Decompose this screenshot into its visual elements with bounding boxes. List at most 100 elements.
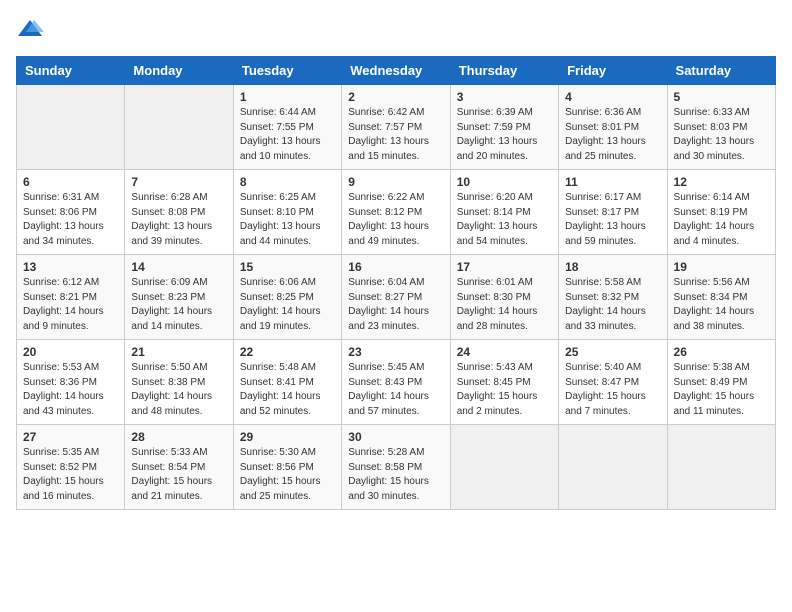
calendar-cell: 15 Sunrise: 6:06 AM Sunset: 8:25 PM Dayli…	[233, 255, 341, 340]
calendar-cell: 5 Sunrise: 6:33 AM Sunset: 8:03 PM Daylig…	[667, 85, 775, 170]
day-number: 25	[565, 345, 660, 359]
day-number: 5	[674, 90, 769, 104]
col-header-saturday: Saturday	[667, 57, 775, 85]
day-number: 14	[131, 260, 226, 274]
day-info: Sunrise: 5:38 AM Sunset: 8:49 PM Dayligh…	[674, 361, 769, 419]
calendar-cell: 20 Sunrise: 5:53 AM Sunset: 8:36 PM Dayli…	[17, 340, 125, 425]
day-info: Sunrise: 6:06 AM Sunset: 8:25 PM Dayligh…	[240, 276, 335, 334]
calendar-cell: 13 Sunrise: 6:12 AM Sunset: 8:21 PM Dayli…	[17, 255, 125, 340]
day-info: Sunrise: 6:09 AM Sunset: 8:23 PM Dayligh…	[131, 276, 226, 334]
day-info: Sunrise: 5:28 AM Sunset: 8:58 PM Dayligh…	[348, 446, 443, 504]
day-info: Sunrise: 5:48 AM Sunset: 8:41 PM Dayligh…	[240, 361, 335, 419]
col-header-monday: Monday	[125, 57, 233, 85]
day-info: Sunrise: 5:45 AM Sunset: 8:43 PM Dayligh…	[348, 361, 443, 419]
day-number: 2	[348, 90, 443, 104]
day-info: Sunrise: 6:36 AM Sunset: 8:01 PM Dayligh…	[565, 106, 660, 164]
calendar-cell	[667, 425, 775, 510]
day-number: 7	[131, 175, 226, 189]
day-number: 13	[23, 260, 118, 274]
day-number: 11	[565, 175, 660, 189]
day-info: Sunrise: 6:33 AM Sunset: 8:03 PM Dayligh…	[674, 106, 769, 164]
calendar-cell: 18 Sunrise: 5:58 AM Sunset: 8:32 PM Dayli…	[559, 255, 667, 340]
calendar-week-4: 20 Sunrise: 5:53 AM Sunset: 8:36 PM Dayli…	[17, 340, 776, 425]
day-info: Sunrise: 6:28 AM Sunset: 8:08 PM Dayligh…	[131, 191, 226, 249]
day-info: Sunrise: 6:42 AM Sunset: 7:57 PM Dayligh…	[348, 106, 443, 164]
day-number: 22	[240, 345, 335, 359]
calendar-cell: 21 Sunrise: 5:50 AM Sunset: 8:38 PM Dayli…	[125, 340, 233, 425]
col-header-thursday: Thursday	[450, 57, 558, 85]
day-info: Sunrise: 5:50 AM Sunset: 8:38 PM Dayligh…	[131, 361, 226, 419]
col-header-sunday: Sunday	[17, 57, 125, 85]
calendar-cell: 10Sunrise: 6:20 AM Sunset: 8:14 PM Dayli…	[450, 170, 558, 255]
day-info: Sunrise: 6:39 AM Sunset: 7:59 PM Dayligh…	[457, 106, 552, 164]
col-header-friday: Friday	[559, 57, 667, 85]
day-info: Sunrise: 5:30 AM Sunset: 8:56 PM Dayligh…	[240, 446, 335, 504]
day-number: 1	[240, 90, 335, 104]
calendar-cell	[17, 85, 125, 170]
col-header-tuesday: Tuesday	[233, 57, 341, 85]
calendar-cell: 28 Sunrise: 5:33 AM Sunset: 8:54 PM Dayli…	[125, 425, 233, 510]
logo-icon	[16, 16, 44, 44]
day-number: 30	[348, 430, 443, 444]
day-number: 23	[348, 345, 443, 359]
day-number: 29	[240, 430, 335, 444]
day-info: Sunrise: 5:56 AM Sunset: 8:34 PM Dayligh…	[674, 276, 769, 334]
calendar-cell: 17 Sunrise: 6:01 AM Sunset: 8:30 PM Dayli…	[450, 255, 558, 340]
calendar-cell: 14 Sunrise: 6:09 AM Sunset: 8:23 PM Dayli…	[125, 255, 233, 340]
calendar-cell: 6Sunrise: 6:31 AM Sunset: 8:06 PM Daylig…	[17, 170, 125, 255]
logo	[16, 16, 48, 44]
day-number: 17	[457, 260, 552, 274]
day-info: Sunrise: 5:35 AM Sunset: 8:52 PM Dayligh…	[23, 446, 118, 504]
day-number: 12	[674, 175, 769, 189]
calendar-cell: 26 Sunrise: 5:38 AM Sunset: 8:49 PM Dayli…	[667, 340, 775, 425]
calendar-cell: 27 Sunrise: 5:35 AM Sunset: 8:52 PM Dayli…	[17, 425, 125, 510]
calendar-cell: 3 Sunrise: 6:39 AM Sunset: 7:59 PM Daylig…	[450, 85, 558, 170]
calendar-cell: 30 Sunrise: 5:28 AM Sunset: 8:58 PM Dayli…	[342, 425, 450, 510]
calendar-cell: 2 Sunrise: 6:42 AM Sunset: 7:57 PM Daylig…	[342, 85, 450, 170]
day-info: Sunrise: 6:14 AM Sunset: 8:19 PM Dayligh…	[674, 191, 769, 249]
calendar-cell: 23 Sunrise: 5:45 AM Sunset: 8:43 PM Dayli…	[342, 340, 450, 425]
day-number: 24	[457, 345, 552, 359]
calendar-cell: 19 Sunrise: 5:56 AM Sunset: 8:34 PM Dayli…	[667, 255, 775, 340]
calendar-cell: 7 Sunrise: 6:28 AM Sunset: 8:08 PM Daylig…	[125, 170, 233, 255]
day-number: 4	[565, 90, 660, 104]
day-info: Sunrise: 5:33 AM Sunset: 8:54 PM Dayligh…	[131, 446, 226, 504]
day-info: Sunrise: 6:04 AM Sunset: 8:27 PM Dayligh…	[348, 276, 443, 334]
calendar-cell: 22 Sunrise: 5:48 AM Sunset: 8:41 PM Dayli…	[233, 340, 341, 425]
day-number: 19	[674, 260, 769, 274]
day-number: 15	[240, 260, 335, 274]
day-info: Sunrise: 5:58 AM Sunset: 8:32 PM Dayligh…	[565, 276, 660, 334]
day-info: Sunrise: 6:12 AM Sunset: 8:21 PM Dayligh…	[23, 276, 118, 334]
calendar-week-5: 27 Sunrise: 5:35 AM Sunset: 8:52 PM Dayli…	[17, 425, 776, 510]
day-number: 8	[240, 175, 335, 189]
calendar-cell: 16Sunrise: 6:04 AM Sunset: 8:27 PM Dayli…	[342, 255, 450, 340]
page-header	[16, 16, 776, 44]
calendar-cell: 9Sunrise: 6:22 AM Sunset: 8:12 PM Daylig…	[342, 170, 450, 255]
calendar-cell: 4 Sunrise: 6:36 AM Sunset: 8:01 PM Daylig…	[559, 85, 667, 170]
calendar-cell: 12 Sunrise: 6:14 AM Sunset: 8:19 PM Dayli…	[667, 170, 775, 255]
calendar-week-2: 6Sunrise: 6:31 AM Sunset: 8:06 PM Daylig…	[17, 170, 776, 255]
day-info: Sunrise: 5:40 AM Sunset: 8:47 PM Dayligh…	[565, 361, 660, 419]
calendar-cell: 24 Sunrise: 5:43 AM Sunset: 8:45 PM Dayli…	[450, 340, 558, 425]
calendar-header-row: SundayMondayTuesdayWednesdayThursdayFrid…	[17, 57, 776, 85]
calendar-week-1: 1Sunrise: 6:44 AM Sunset: 7:55 PM Daylig…	[17, 85, 776, 170]
day-number: 3	[457, 90, 552, 104]
calendar-table: SundayMondayTuesdayWednesdayThursdayFrid…	[16, 56, 776, 510]
calendar-cell: 25 Sunrise: 5:40 AM Sunset: 8:47 PM Dayli…	[559, 340, 667, 425]
day-number: 18	[565, 260, 660, 274]
day-number: 20	[23, 345, 118, 359]
day-number: 21	[131, 345, 226, 359]
day-number: 10	[457, 175, 552, 189]
calendar-cell: 11Sunrise: 6:17 AM Sunset: 8:17 PM Dayli…	[559, 170, 667, 255]
calendar-cell: 1Sunrise: 6:44 AM Sunset: 7:55 PM Daylig…	[233, 85, 341, 170]
calendar-cell	[559, 425, 667, 510]
calendar-cell	[125, 85, 233, 170]
day-info: Sunrise: 5:53 AM Sunset: 8:36 PM Dayligh…	[23, 361, 118, 419]
day-number: 27	[23, 430, 118, 444]
calendar-cell: 29 Sunrise: 5:30 AM Sunset: 8:56 PM Dayli…	[233, 425, 341, 510]
day-info: Sunrise: 5:43 AM Sunset: 8:45 PM Dayligh…	[457, 361, 552, 419]
day-info: Sunrise: 6:01 AM Sunset: 8:30 PM Dayligh…	[457, 276, 552, 334]
day-number: 9	[348, 175, 443, 189]
day-number: 26	[674, 345, 769, 359]
day-number: 28	[131, 430, 226, 444]
